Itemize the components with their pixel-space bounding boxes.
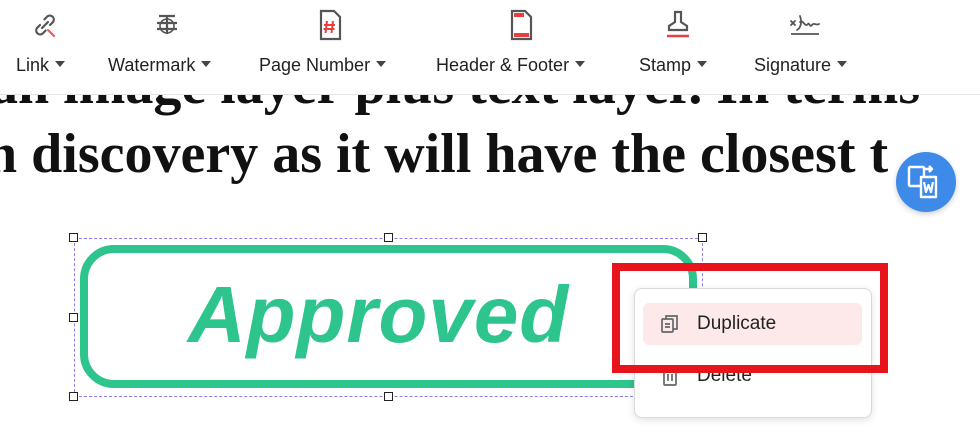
resize-handle-top-left[interactable] <box>69 233 78 242</box>
stamp-tool-button[interactable]: Stamp <box>637 0 719 92</box>
resize-handle-top-right[interactable] <box>698 233 707 242</box>
signature-icon <box>790 15 820 35</box>
stamp-tool-label: Stamp <box>639 55 692 75</box>
resize-handle-left[interactable] <box>69 313 78 322</box>
resize-handle-bottom[interactable] <box>384 392 393 401</box>
chevron-down-icon <box>376 61 387 68</box>
link-tool-button[interactable]: Link <box>14 0 78 92</box>
page-number-tool-label: Page Number <box>259 55 371 75</box>
chevron-down-icon <box>55 61 66 68</box>
selection-box <box>74 238 703 397</box>
signature-tool-label: Signature <box>754 55 832 75</box>
signature-tool-button[interactable]: Signature <box>752 0 862 92</box>
document-text-line: n discovery as it will have the closest … <box>0 123 889 185</box>
convert-to-word-icon <box>907 165 938 199</box>
link-tool-label: Link <box>16 55 50 75</box>
link-icon <box>35 14 55 37</box>
toolbar: Link Watermark Page Number Header & Foot… <box>0 0 980 92</box>
resize-handle-bottom-left[interactable] <box>69 392 78 401</box>
document-text-line: an image layer plus text layer. In terms <box>0 95 920 117</box>
document-canvas[interactable]: an image layer plus text layer. In terms… <box>0 95 980 447</box>
convert-to-word-button[interactable] <box>896 152 956 212</box>
chevron-down-icon <box>575 61 586 68</box>
chevron-down-icon <box>697 61 708 68</box>
highlight-annotation-box <box>612 263 888 373</box>
chevron-down-icon <box>837 61 848 68</box>
chevron-down-icon <box>201 61 212 68</box>
header-footer-tool-button[interactable]: Header & Footer <box>434 0 610 92</box>
page-number-tool-button[interactable]: Page Number <box>257 0 405 92</box>
header-footer-icon <box>510 9 533 41</box>
watermark-tool-label: Watermark <box>108 55 196 75</box>
watermark-icon <box>157 14 177 34</box>
header-footer-tool-label: Header & Footer <box>436 55 570 75</box>
resize-handle-top[interactable] <box>384 233 393 242</box>
page-number-icon <box>319 9 342 41</box>
watermark-tool-button[interactable]: Watermark <box>106 0 228 92</box>
stamp-icon <box>667 10 689 38</box>
